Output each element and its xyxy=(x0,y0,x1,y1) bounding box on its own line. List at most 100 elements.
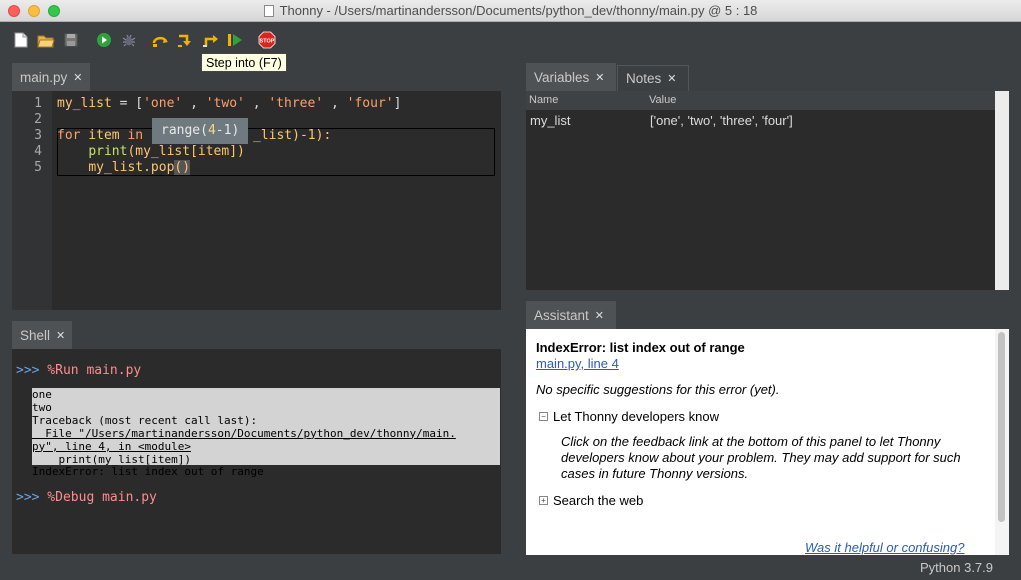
variables-panel: Name Value my_list ['one', 'two', 'three… xyxy=(526,91,995,290)
maximize-window-button[interactable] xyxy=(48,5,60,17)
assistant-panel: IndexError: list index out of range main… xyxy=(526,329,995,555)
tab-assistant[interactable]: Assistant ✕ xyxy=(526,301,616,329)
new-file-icon[interactable] xyxy=(12,31,30,49)
popup-text: -1) xyxy=(215,123,240,138)
tab-label: main.py xyxy=(20,69,68,85)
shell-command: %Run main.py xyxy=(39,363,142,378)
tab-shell[interactable]: Shell ✕ xyxy=(12,321,72,349)
step-into-icon[interactable] xyxy=(177,31,195,49)
traceback-file-link[interactable]: File "/Users/martinandersson/Documents/p… xyxy=(32,427,500,441)
code-token: , xyxy=(244,96,269,111)
debug-icon[interactable] xyxy=(120,31,138,49)
line-number: 4 xyxy=(34,144,42,159)
popup-text: range( xyxy=(161,123,208,138)
tab-label: Assistant xyxy=(534,307,589,323)
output-line: one xyxy=(32,388,52,401)
document-icon xyxy=(263,4,274,17)
shell-tabbar: Shell ✕ xyxy=(12,321,501,349)
variables-tabbar: Variables ✕ Notes ✕ xyxy=(526,63,1009,91)
error-title: IndexError: list index out of range xyxy=(536,340,745,355)
code-token: 'four' xyxy=(346,96,394,111)
stop-icon[interactable]: STOP xyxy=(258,31,276,49)
shell-scrollbar[interactable] xyxy=(501,349,515,554)
code-token: 'one' xyxy=(143,96,183,111)
variables-scrollbar[interactable] xyxy=(995,91,1009,290)
editor-tabbar: main.py ✕ xyxy=(12,63,501,91)
evaluation-popup: range(4-1) xyxy=(152,118,248,144)
line-number: 1 xyxy=(34,96,42,111)
close-window-button[interactable] xyxy=(8,5,20,17)
scrollbar-thumb[interactable] xyxy=(998,332,1005,522)
save-icon[interactable] xyxy=(62,31,80,49)
shell-command-run: >>> %Run main.py xyxy=(16,363,141,378)
window-title-text: Thonny - /Users/martinandersson/Document… xyxy=(279,3,758,18)
code-token: , xyxy=(323,96,347,111)
section-label: Search the web xyxy=(553,493,644,508)
column-header-name[interactable]: Name xyxy=(529,94,558,106)
close-tab-icon[interactable]: ✕ xyxy=(73,71,82,84)
tab-label: Notes xyxy=(626,71,662,86)
variable-name: my_list xyxy=(530,113,571,128)
output-line: IndexError: list index out of range xyxy=(32,465,264,479)
assistant-scrollbar[interactable] xyxy=(995,329,1009,555)
shell-command: %Debug main.py xyxy=(39,490,157,505)
code-token: 'two' xyxy=(205,96,245,111)
variables-header: Name Value xyxy=(526,91,995,110)
output-line: Traceback (most recent call last): xyxy=(32,413,258,427)
line-number-gutter: 1 2 3 4 5 xyxy=(12,91,52,310)
shell-command-debug: >>> %Debug main.py xyxy=(16,490,157,505)
collapse-icon[interactable]: − xyxy=(539,412,548,421)
toolbar: STOP xyxy=(0,23,1021,55)
column-header-value[interactable]: Value xyxy=(649,94,676,106)
popup-highlight: 4 xyxy=(207,123,216,138)
shell-prompt: >>> xyxy=(16,363,40,378)
line-number: 2 xyxy=(34,112,42,127)
tab-label: Shell xyxy=(20,327,51,343)
stop-icon-label: STOP xyxy=(260,39,275,45)
traceback-file-link[interactable]: py", line 4, in <module> xyxy=(32,440,500,454)
let-developers-know-toggle[interactable]: − Let Thonny developers know xyxy=(539,409,719,424)
expand-icon[interactable]: + xyxy=(539,496,548,505)
code-token: my_list xyxy=(57,96,112,111)
close-tab-icon[interactable]: ✕ xyxy=(56,329,65,342)
tab-notes[interactable]: Notes ✕ xyxy=(617,65,689,91)
tab-main-py[interactable]: main.py ✕ xyxy=(12,63,90,91)
run-icon[interactable] xyxy=(95,31,113,49)
title-bar: Thonny - /Users/martinandersson/Document… xyxy=(0,0,1021,22)
feedback-link[interactable]: Was it helpful or confusing? xyxy=(805,540,964,555)
code-token: 'three' xyxy=(268,96,324,111)
close-tab-icon[interactable]: ✕ xyxy=(595,309,604,322)
code-token: , xyxy=(182,96,206,111)
step-over-icon[interactable] xyxy=(152,31,170,49)
python-version-status[interactable]: Python 3.7.9 xyxy=(920,560,993,575)
shell-prompt: >>> xyxy=(16,490,40,505)
window-controls xyxy=(8,5,60,17)
close-tab-icon[interactable]: ✕ xyxy=(595,71,604,84)
minimize-window-button[interactable] xyxy=(28,5,40,17)
output-line: two xyxy=(32,400,52,414)
shell-output: one two Traceback (most recent call last… xyxy=(32,388,500,478)
line-number: 3 xyxy=(34,128,42,143)
open-file-icon[interactable] xyxy=(37,31,55,49)
no-suggestions-text: No specific suggestions for this error (… xyxy=(536,382,780,397)
section-label: Let Thonny developers know xyxy=(553,409,719,424)
debug-focus-box xyxy=(57,128,495,176)
error-location-link[interactable]: main.py, line 4 xyxy=(536,356,619,371)
variable-value: ['one', 'two', 'three', 'four'] xyxy=(650,113,793,128)
let-developers-know-body: Click on the feedback link at the bottom… xyxy=(561,434,961,481)
search-web-toggle[interactable]: + Search the web xyxy=(539,493,643,508)
window-title: Thonny - /Users/martinandersson/Document… xyxy=(263,3,758,18)
shell-panel[interactable]: >>> %Run main.py one two Traceback (most… xyxy=(12,349,501,554)
editor-scrollbar[interactable] xyxy=(501,91,515,310)
assistant-tabbar: Assistant ✕ xyxy=(526,301,1009,329)
close-tab-icon[interactable]: ✕ xyxy=(667,72,676,85)
code-line-1: my_list = ['one' , 'two' , 'three' , 'fo… xyxy=(57,96,401,111)
code-token: = [ xyxy=(111,96,144,111)
code-editor[interactable]: 1 2 3 4 5 my_list = ['one' , 'two' , 'th… xyxy=(12,91,501,310)
tab-label: Variables xyxy=(534,69,590,85)
step-out-icon[interactable] xyxy=(202,31,220,49)
tab-variables[interactable]: Variables ✕ xyxy=(526,63,616,91)
line-number: 5 xyxy=(34,160,42,175)
code-token: ] xyxy=(393,96,402,111)
resume-icon[interactable] xyxy=(226,31,244,49)
